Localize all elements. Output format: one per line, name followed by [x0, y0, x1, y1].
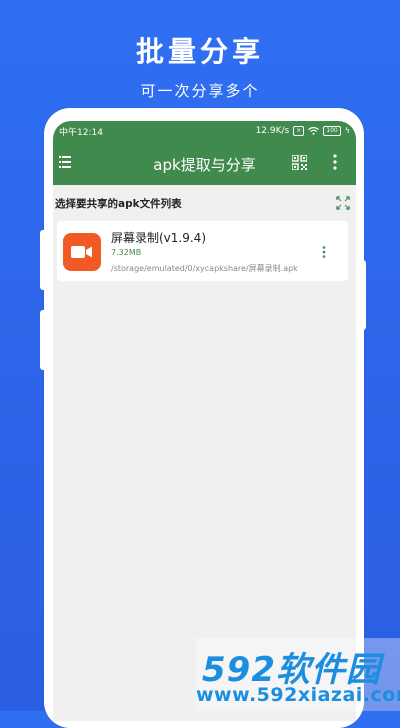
- app-title: apk提取与分享: [153, 156, 256, 174]
- promo-title: 批量分享: [135, 35, 264, 68]
- qr-code-icon[interactable]: [292, 155, 307, 170]
- section-title: 选择要共享的apk文件列表: [55, 197, 182, 210]
- more-vert-icon[interactable]: [322, 246, 326, 258]
- network-speed: 12.9K/s: [255, 126, 290, 136]
- sim-icon: ×: [293, 126, 305, 136]
- app-size: 7.32MB: [111, 248, 142, 257]
- phone-side-button: [40, 230, 48, 290]
- app-bar: apk提取与分享: [53, 141, 356, 185]
- promo-subtitle: 可一次分享多个: [140, 82, 260, 100]
- more-vert-icon[interactable]: [333, 154, 337, 170]
- battery-icon: 100: [323, 126, 341, 136]
- status-bar: 中午12:14 12.9K/s × 100 ϟ: [53, 121, 356, 141]
- charging-icon: ϟ: [344, 126, 350, 135]
- wifi-icon: [308, 127, 320, 135]
- watermark-url: www.592xiazai.com: [196, 684, 400, 706]
- app-path: /storage/emulated/0/xycapkshare/屏幕录制.apk: [111, 264, 298, 273]
- watermark: 592软件园 www.592xiazai.com: [196, 638, 400, 711]
- section-header: 选择要共享的apk文件列表: [53, 185, 356, 221]
- status-time: 中午12:14: [59, 127, 103, 138]
- app-screen: 中午12:14 12.9K/s × 100 ϟ apk提取与分享 选择要共享的a…: [53, 121, 356, 721]
- app-name: 屏幕录制(v1.9.4): [111, 231, 206, 245]
- phone-side-button: [358, 260, 366, 330]
- list-item[interactable]: 屏幕录制(v1.9.4) 7.32MB /storage/emulated/0/…: [57, 221, 348, 281]
- video-camera-icon: [63, 233, 101, 271]
- expand-icon[interactable]: [336, 196, 350, 210]
- phone-side-button: [40, 310, 48, 370]
